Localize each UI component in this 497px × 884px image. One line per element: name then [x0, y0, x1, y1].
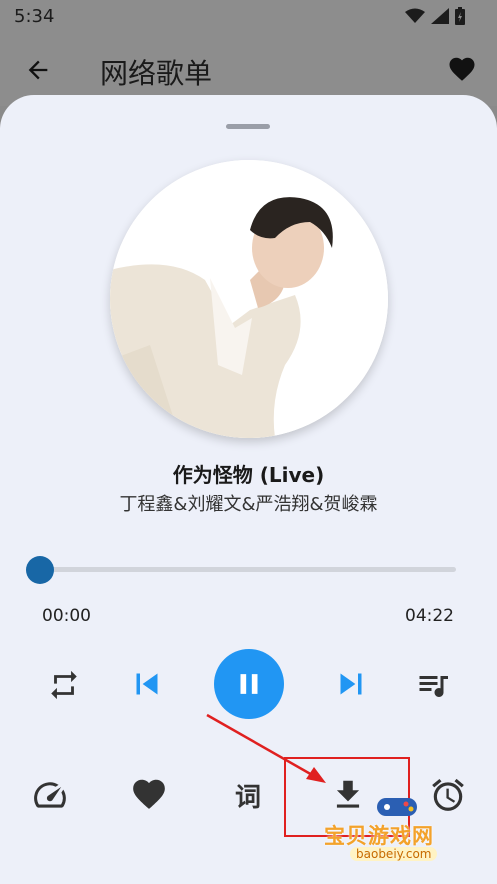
playlist-button[interactable]: [412, 665, 454, 705]
status-time: 5:34: [14, 6, 55, 27]
back-arrow-icon[interactable]: [24, 56, 52, 84]
total-time: 04:22: [405, 606, 454, 626]
watermark-url: baobeiy.com: [350, 847, 438, 861]
previous-button[interactable]: [126, 663, 168, 705]
album-art-image: [110, 160, 388, 438]
lyrics-button[interactable]: 词: [228, 775, 268, 815]
heart-icon: [133, 779, 165, 809]
repeat-icon: [51, 670, 77, 700]
next-button[interactable]: [330, 663, 372, 705]
drag-handle[interactable]: [226, 124, 270, 129]
song-title: 作为怪物 (Live): [172, 463, 325, 487]
battery-icon: [455, 7, 465, 25]
watermark-logo: 宝贝游戏网 baobeiy.com: [318, 790, 478, 876]
repeat-button[interactable]: [44, 665, 84, 705]
heart-icon[interactable]: [447, 54, 477, 84]
skip-previous-icon: [136, 673, 158, 695]
pause-button[interactable]: [214, 649, 284, 719]
page-title: 网络歌单: [100, 57, 213, 90]
like-button[interactable]: [130, 775, 168, 813]
album-cover: [110, 160, 388, 438]
status-icons: [405, 7, 465, 25]
skip-next-icon: [340, 673, 362, 695]
status-bar: 5:34: [0, 0, 497, 34]
wifi-icon: [405, 8, 425, 23]
queue-music-icon: [419, 676, 448, 697]
watermark-text: 宝贝游戏网: [324, 824, 434, 848]
song-artist: 丁程鑫&刘耀文&严浩翔&贺峻霖: [119, 494, 378, 515]
playback-speed-button[interactable]: [30, 775, 70, 815]
signal-icon: [431, 8, 449, 24]
progress-track[interactable]: [40, 567, 456, 572]
current-time: 00:00: [42, 606, 91, 626]
progress-thumb[interactable]: [26, 556, 54, 584]
speedometer-icon: [34, 782, 66, 808]
pause-icon: [240, 674, 258, 694]
gamepad-icon: [377, 798, 417, 816]
player-sheet: 作为怪物 (Live) 丁程鑫&刘耀文&严浩翔&贺峻霖 00:00 04:22 …: [0, 95, 497, 884]
